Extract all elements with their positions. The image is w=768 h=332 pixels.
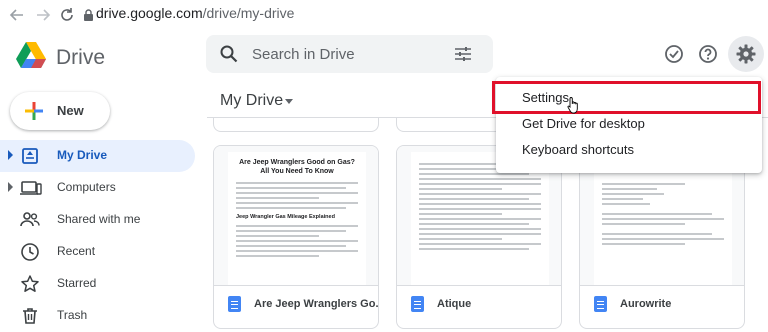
address-bar[interactable]: drive.google.com/drive/my-drive [96, 5, 294, 21]
sidebar-item-my-drive[interactable]: My Drive [0, 140, 195, 172]
browser-toolbar: drive.google.com/drive/my-drive [0, 0, 768, 30]
search-input[interactable]: Search in Drive [252, 46, 355, 63]
hand-cursor-icon [567, 96, 581, 119]
reload-icon[interactable] [58, 6, 76, 24]
settings-gear-button[interactable] [728, 36, 764, 72]
clock-icon [20, 242, 40, 262]
new-button-label: New [57, 103, 84, 118]
url-path: /drive/my-drive [202, 5, 295, 21]
help-icon[interactable] [696, 42, 720, 66]
back-arrow-icon[interactable] [8, 6, 26, 24]
lock-icon [84, 8, 93, 21]
preview-subheading: Jeep Wrangler Gas Mileage Explained [236, 214, 335, 220]
menu-item-keyboard-shortcuts[interactable]: Keyboard shortcuts [496, 136, 762, 162]
sidebar-item-computers[interactable]: Computers [0, 172, 195, 204]
file-card[interactable]: Are Jeep Wranglers Good on Gas? All You … [213, 145, 379, 329]
people-icon [20, 210, 40, 230]
file-name: Are Jeep Wranglers Go... [254, 298, 379, 310]
url-host: drive.google.com [96, 5, 203, 21]
my-drive-icon [20, 146, 40, 166]
preview-heading: Are Jeep Wranglers Good on Gas? All You … [239, 159, 355, 175]
offline-check-icon[interactable] [662, 42, 686, 66]
expand-caret-icon[interactable] [8, 182, 13, 192]
sidebar-item-label: My Drive [57, 148, 108, 162]
file-thumbnail: Are Jeep Wranglers Good on Gas? All You … [214, 146, 378, 286]
expand-caret-icon[interactable] [8, 150, 13, 160]
sidebar-item-label: Recent [57, 244, 96, 258]
computer-icon [20, 178, 42, 198]
star-icon [20, 274, 40, 294]
highlight-box [492, 81, 761, 114]
new-button[interactable]: New [10, 92, 110, 130]
sidebar-item-label: Computers [57, 180, 116, 194]
sidebar-item-trash[interactable]: Trash [0, 300, 195, 332]
sidebar-item-recent[interactable]: Recent [0, 236, 195, 268]
trash-icon [20, 306, 40, 326]
drive-logo-icon[interactable] [16, 42, 46, 68]
sidebar-item-label: Starred [57, 276, 97, 290]
sidebar-item-shared-with-me[interactable]: Shared with me [0, 204, 195, 236]
search-icon[interactable] [220, 45, 238, 68]
gear-icon [736, 44, 756, 69]
app-name: Drive [56, 46, 106, 69]
menu-item-label: Keyboard shortcuts [522, 142, 635, 157]
sidebar-item-starred[interactable]: Starred [0, 268, 195, 300]
search-options-icon[interactable] [454, 45, 472, 68]
search-bar[interactable]: Search in Drive [206, 35, 493, 73]
document-preview: Are Jeep Wranglers Good on Gas? All You … [228, 152, 366, 285]
forward-arrow-icon[interactable] [34, 6, 52, 24]
google-docs-icon [411, 296, 424, 312]
google-docs-icon [228, 296, 241, 312]
plus-icon [24, 101, 44, 126]
partial-file-card[interactable] [213, 118, 379, 132]
file-name: Atique [437, 298, 472, 310]
chevron-down-icon[interactable] [285, 99, 293, 104]
menu-item-label: Get Drive for desktop [522, 116, 645, 131]
sidebar-item-label: Shared with me [57, 212, 141, 226]
sidebar-item-label: Trash [57, 308, 88, 322]
page-title[interactable]: My Drive [220, 92, 283, 110]
google-docs-icon [594, 296, 607, 312]
file-name: Aurowrite [620, 298, 672, 310]
